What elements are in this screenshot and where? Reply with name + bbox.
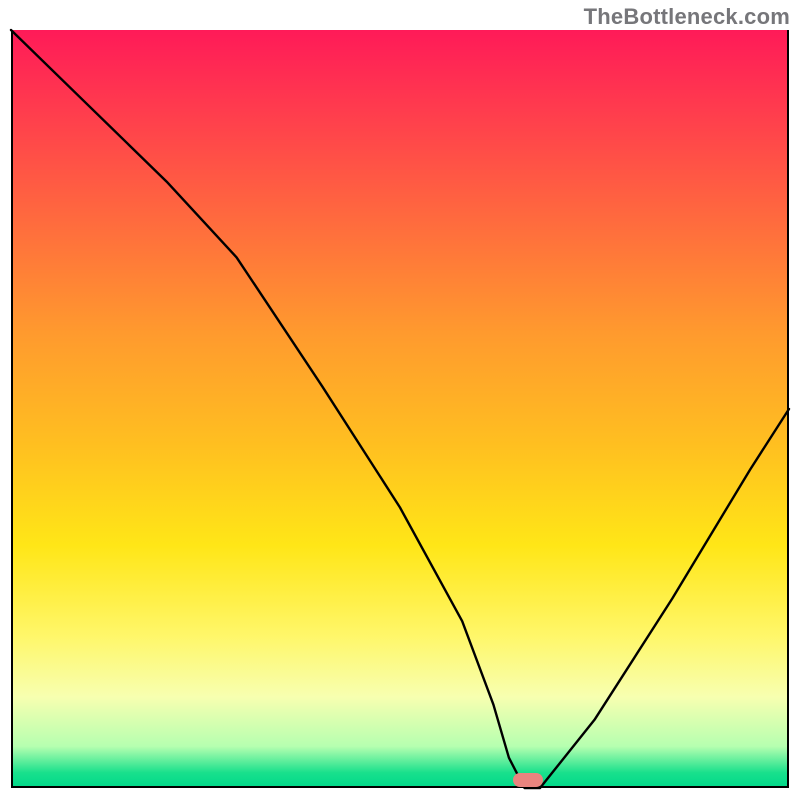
bottleneck-curve	[11, 30, 789, 788]
optimal-point-marker	[513, 773, 543, 787]
watermark-text: TheBottleneck.com	[584, 4, 790, 30]
plot-area	[11, 30, 789, 788]
